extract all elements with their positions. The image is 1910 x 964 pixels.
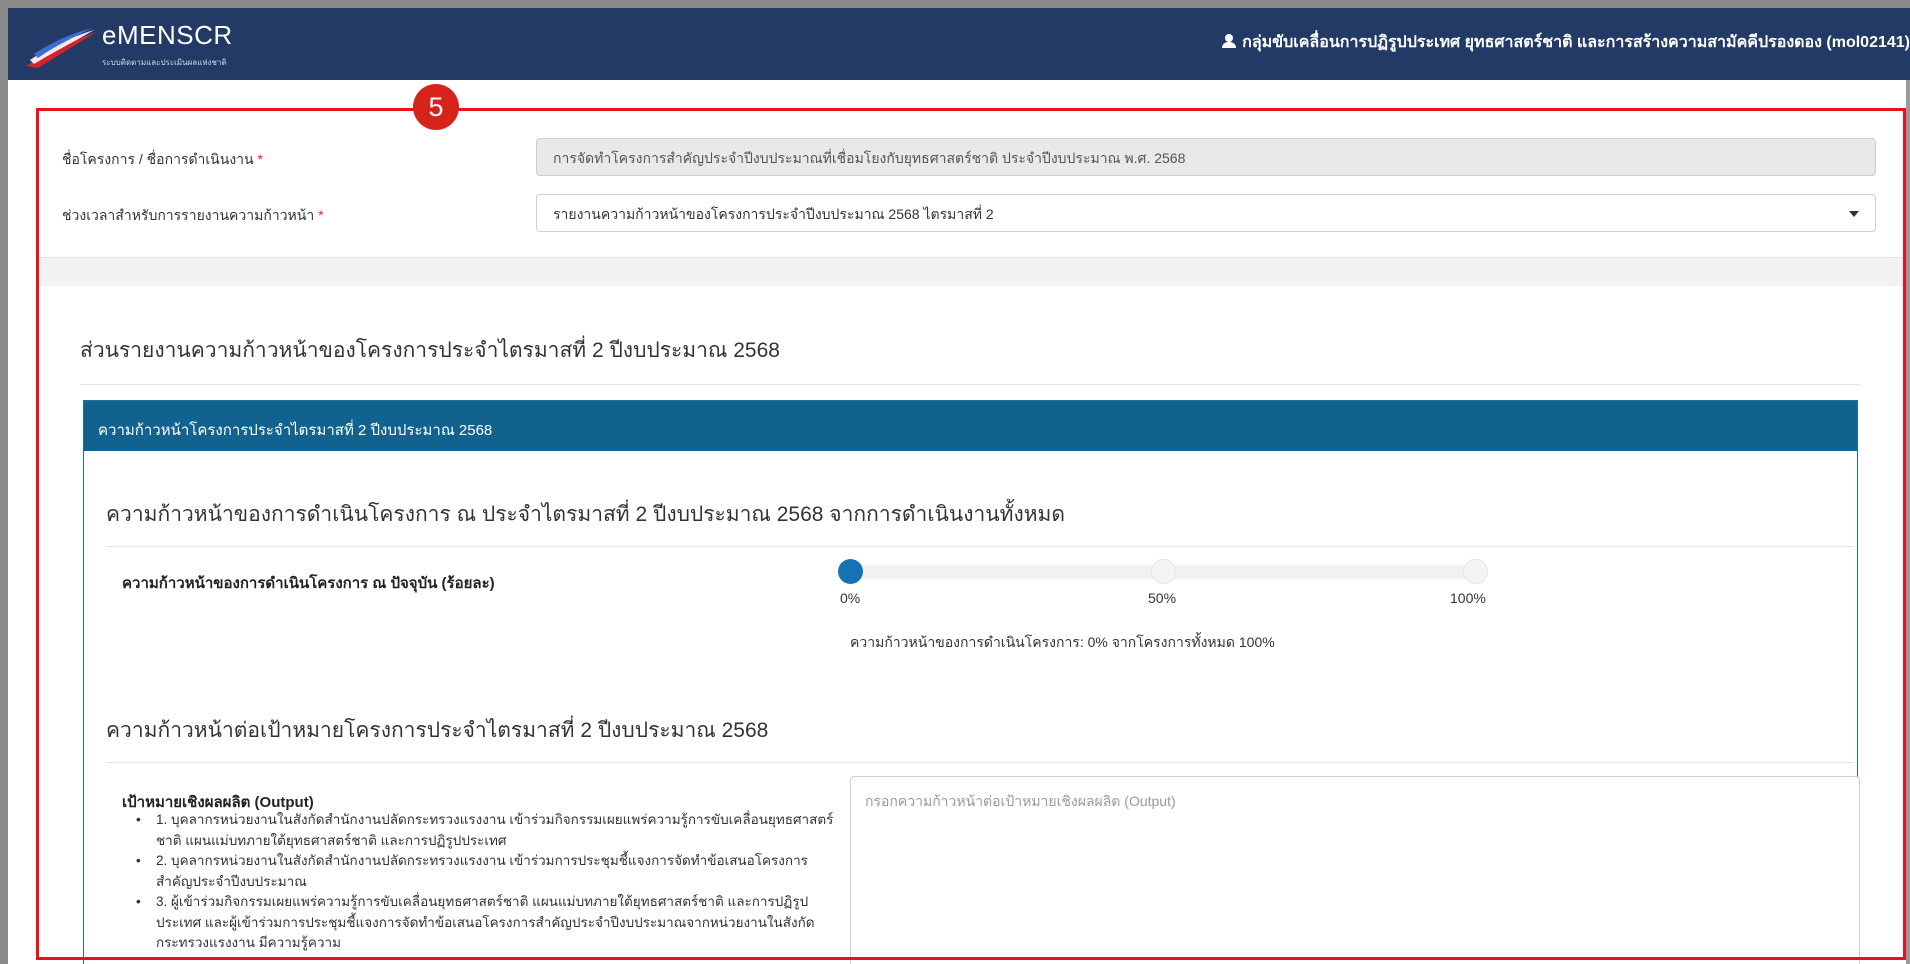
- scrollbar[interactable]: [1906, 80, 1910, 964]
- user-label: กลุ่มขับเคลื่อนการปฏิรูปประเทศ ยุทธศาสตร…: [1242, 34, 1910, 51]
- report-period-label: ช่วงเวลาสำหรับการรายงานความก้าวหน้า *: [62, 207, 324, 223]
- required-mark: *: [257, 151, 263, 167]
- section-divider: [36, 258, 1906, 286]
- top-navbar: eMENSCR ระบบติดตามและประเมินผลแห่งชาติ ก…: [8, 8, 1910, 80]
- project-name-row: ชื่อโครงการ / ชื่อการดำเนินงาน * การจัดท…: [36, 138, 1906, 178]
- project-name-label: ชื่อโครงการ / ชื่อการดำเนินงาน *: [62, 151, 263, 167]
- app-name: eMENSCR: [102, 20, 233, 50]
- report-section-title: ส่วนรายงานความก้าวหน้าของโครงการประจำไตร…: [80, 339, 780, 362]
- chevron-down-icon: [1849, 211, 1859, 217]
- report-period-select[interactable]: รายงานความก้าวหน้าของโครงการประจำปีงบประ…: [536, 194, 1876, 232]
- step-number-badge: 5: [413, 84, 459, 130]
- slider-tick-label: 100%: [1450, 590, 1486, 606]
- progress-summary: ความก้าวหน้าของการดำเนินโครงการ: 0% จากโ…: [850, 634, 1275, 650]
- progress-card-header: ความก้าวหน้าโครงการประจำไตรมาสที่ 2 ปีงบ…: [84, 401, 1857, 451]
- user-menu[interactable]: กลุ่มขับเคลื่อนการปฏิรูปประเทศ ยุทธศาสตร…: [1222, 30, 1910, 55]
- list-item: 1. บุคลากรหน่วยงานในสังกัดสำนักงานปลัดกร…: [122, 810, 842, 851]
- user-icon: [1222, 34, 1237, 48]
- progress-slider-handle[interactable]: [838, 559, 863, 584]
- report-period-value: รายงานความก้าวหน้าของโครงการประจำปีงบประ…: [553, 206, 994, 222]
- browser-frame: eMENSCR ระบบติดตามและประเมินผลแห่งชาติ ก…: [8, 8, 1910, 964]
- slider-tick-label: 50%: [1148, 590, 1177, 606]
- project-name-field: การจัดทำโครงการสำคัญประจำปีงบประมาณที่เช…: [536, 138, 1876, 176]
- progress-label: ความก้าวหน้าของการดำเนินโครงการ ณ ปัจจุบ…: [122, 575, 495, 592]
- slider-stop-50[interactable]: [1151, 559, 1176, 584]
- divider: [106, 546, 1854, 547]
- list-item: 3. ผู้เข้าร่วมกิจกรรมเผยแพร่ความรู้การขั…: [122, 892, 842, 954]
- app-logo[interactable]: eMENSCR ระบบติดตามและประเมินผลแห่งชาติ: [24, 18, 232, 72]
- divider: [106, 762, 1854, 763]
- app-subtitle: ระบบติดตามและประเมินผลแห่งชาติ: [102, 58, 227, 67]
- output-progress-input[interactable]: [850, 776, 1860, 964]
- report-period-row: ช่วงเวลาสำหรับการรายงานความก้าวหน้า * รา…: [36, 194, 1906, 234]
- slider-stop-100[interactable]: [1463, 559, 1488, 584]
- overall-progress-heading: ความก้าวหน้าของการดำเนินโครงการ ณ ประจำไ…: [106, 503, 1066, 526]
- slider-tick-label: 0%: [840, 590, 861, 606]
- list-item: 2. บุคลากรหน่วยงานในสังกัดสำนักงานปลัดกร…: [122, 851, 842, 892]
- divider: [80, 384, 1860, 385]
- output-goal-list: 1. บุคลากรหน่วยงานในสังกัดสำนักงานปลัดกร…: [122, 810, 842, 954]
- emenscr-logo-icon: [26, 28, 96, 68]
- target-progress-heading: ความก้าวหน้าต่อเป้าหมายโครงการประจำไตรมา…: [106, 719, 769, 742]
- required-mark: *: [318, 207, 324, 223]
- project-filter-panel: ชื่อโครงการ / ชื่อการดำเนินงาน * การจัดท…: [36, 108, 1906, 258]
